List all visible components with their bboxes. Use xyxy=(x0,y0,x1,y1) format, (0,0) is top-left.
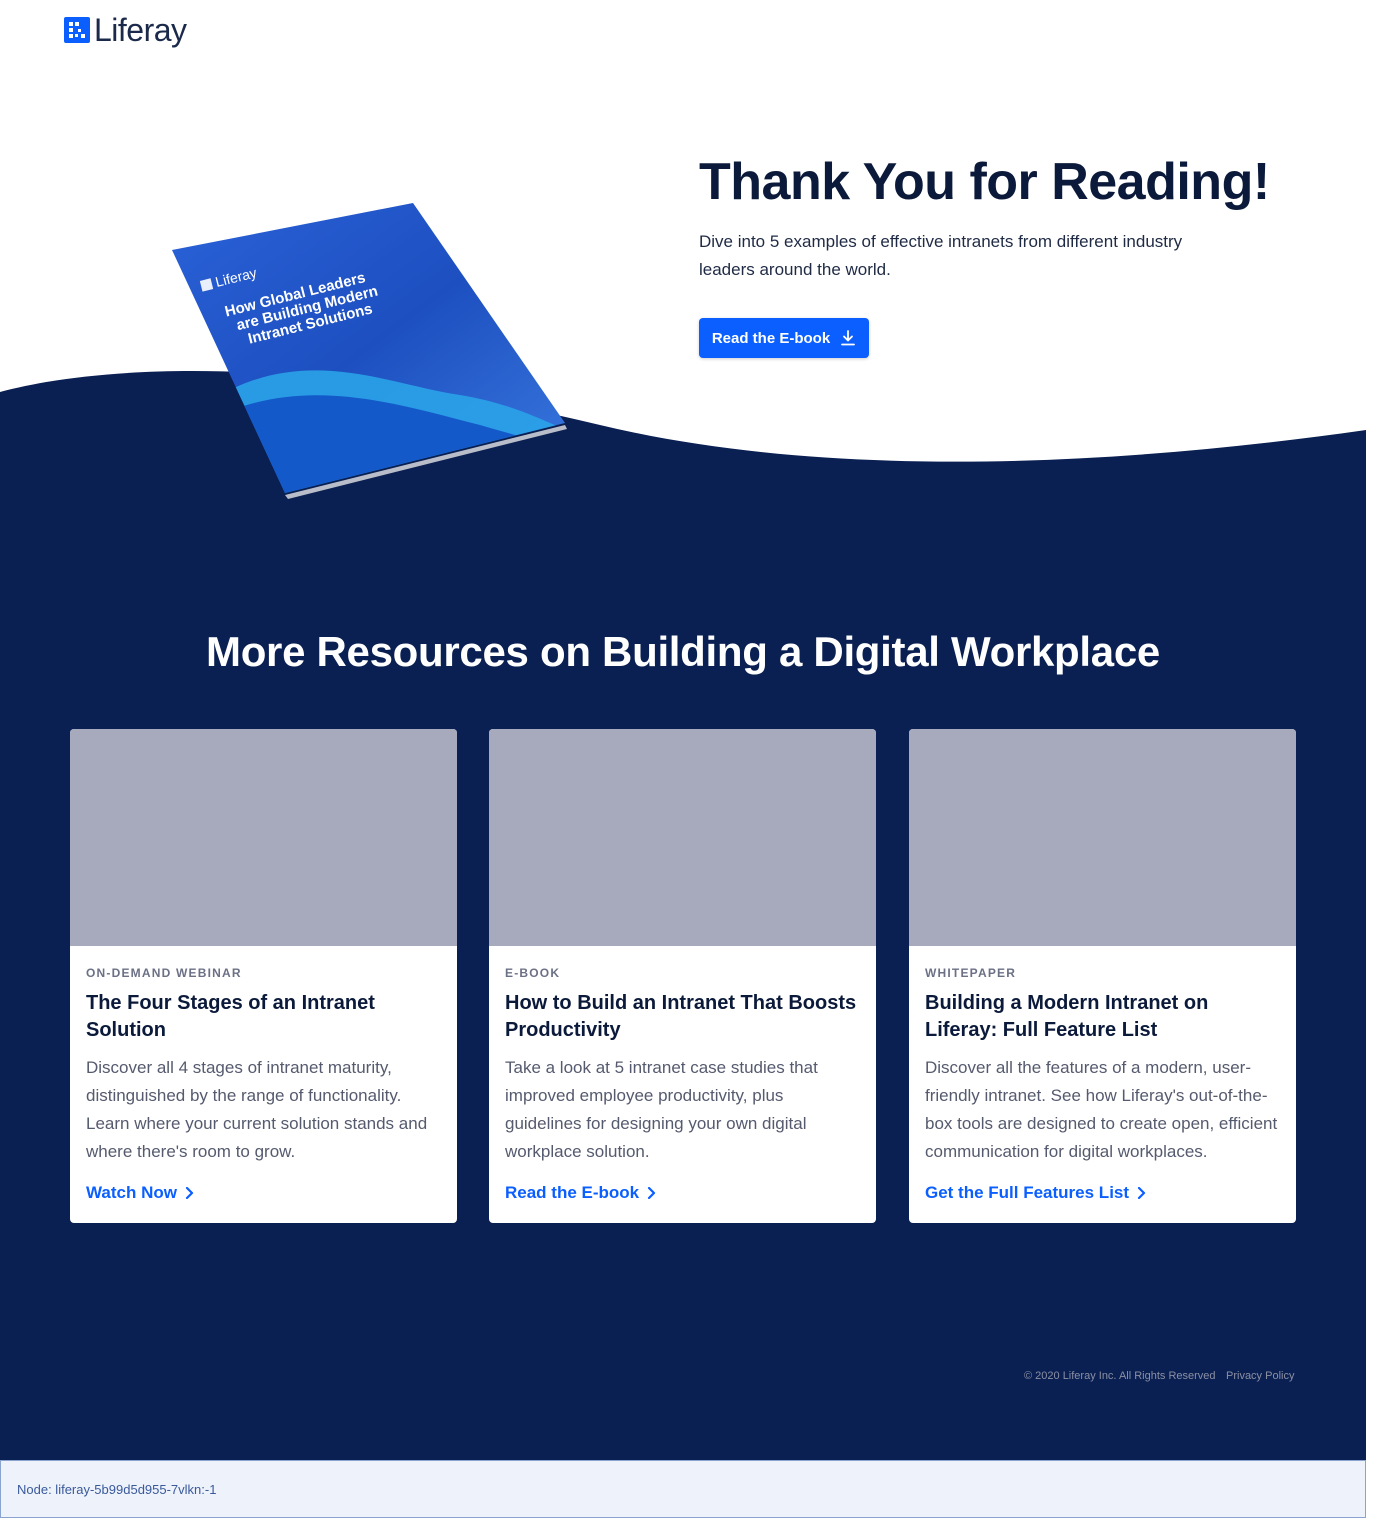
card-image-placeholder xyxy=(909,729,1296,946)
card-description: Discover all 4 stages of intranet maturi… xyxy=(86,1058,428,1161)
hero-title: Thank You for Reading! xyxy=(699,153,1270,211)
card-image-placeholder xyxy=(70,729,457,946)
get-features-list-link[interactable]: Get the Full Features List xyxy=(925,1183,1147,1203)
card-description: Take a look at 5 intranet case studies t… xyxy=(505,1058,818,1161)
node-info-bar: Node: liferay-5b99d5d955-7vlkn:-1 xyxy=(0,1460,1366,1518)
privacy-policy-link[interactable]: Privacy Policy xyxy=(1226,1370,1294,1382)
card-image-placeholder xyxy=(489,729,876,946)
download-icon xyxy=(841,330,856,346)
chevron-right-icon xyxy=(185,1187,194,1199)
footer-copyright: © 2020 Liferay Inc. All Rights Reserved xyxy=(1024,1370,1216,1382)
hero-description: Dive into 5 examples of effective intran… xyxy=(699,232,1183,279)
resource-card: E-BOOK How to Build an Intranet That Boo… xyxy=(489,729,876,1223)
card-link-label: Get the Full Features List xyxy=(925,1183,1130,1202)
card-title: Building a Modern Intranet on Liferay: F… xyxy=(925,992,1209,1041)
read-ebook-button[interactable]: Read the E-book xyxy=(699,318,869,358)
chevron-right-icon xyxy=(648,1187,656,1199)
chevron-right-icon xyxy=(1137,1187,1146,1199)
resource-card: WHITEPAPER Building a Modern Intranet on… xyxy=(909,729,1296,1223)
ebook-cover-image: Liferay How Global Leaders are Building … xyxy=(172,203,567,499)
card-link-label: Read the E-book xyxy=(505,1183,640,1202)
card-title: How to Build an Intranet That Boosts Pro… xyxy=(505,992,857,1041)
logo-text: Liferay xyxy=(94,12,187,48)
resource-card: ON-DEMAND WEBINAR The Four Stages of an … xyxy=(70,729,457,1223)
resources-title: More Resources on Building a Digital Wor… xyxy=(206,628,1160,675)
liferay-logo-icon xyxy=(64,17,90,43)
card-type: ON-DEMAND WEBINAR xyxy=(86,966,242,980)
card-link-label: Watch Now xyxy=(86,1183,177,1202)
card-type: WHITEPAPER xyxy=(925,966,1017,980)
watch-now-link[interactable]: Watch Now xyxy=(86,1183,195,1203)
read-ebook-link[interactable]: Read the E-book xyxy=(505,1183,657,1203)
card-type: E-BOOK xyxy=(505,966,561,980)
header-logo[interactable]: Liferay xyxy=(64,14,187,46)
node-id-text: Node: liferay-5b99d5d955-7vlkn:-1 xyxy=(17,1482,217,1497)
card-description: Discover all the features of a modern, u… xyxy=(925,1058,1278,1161)
card-title: The Four Stages of an Intranet Solution xyxy=(86,992,375,1041)
read-ebook-button-label: Read the E-book xyxy=(711,329,831,347)
